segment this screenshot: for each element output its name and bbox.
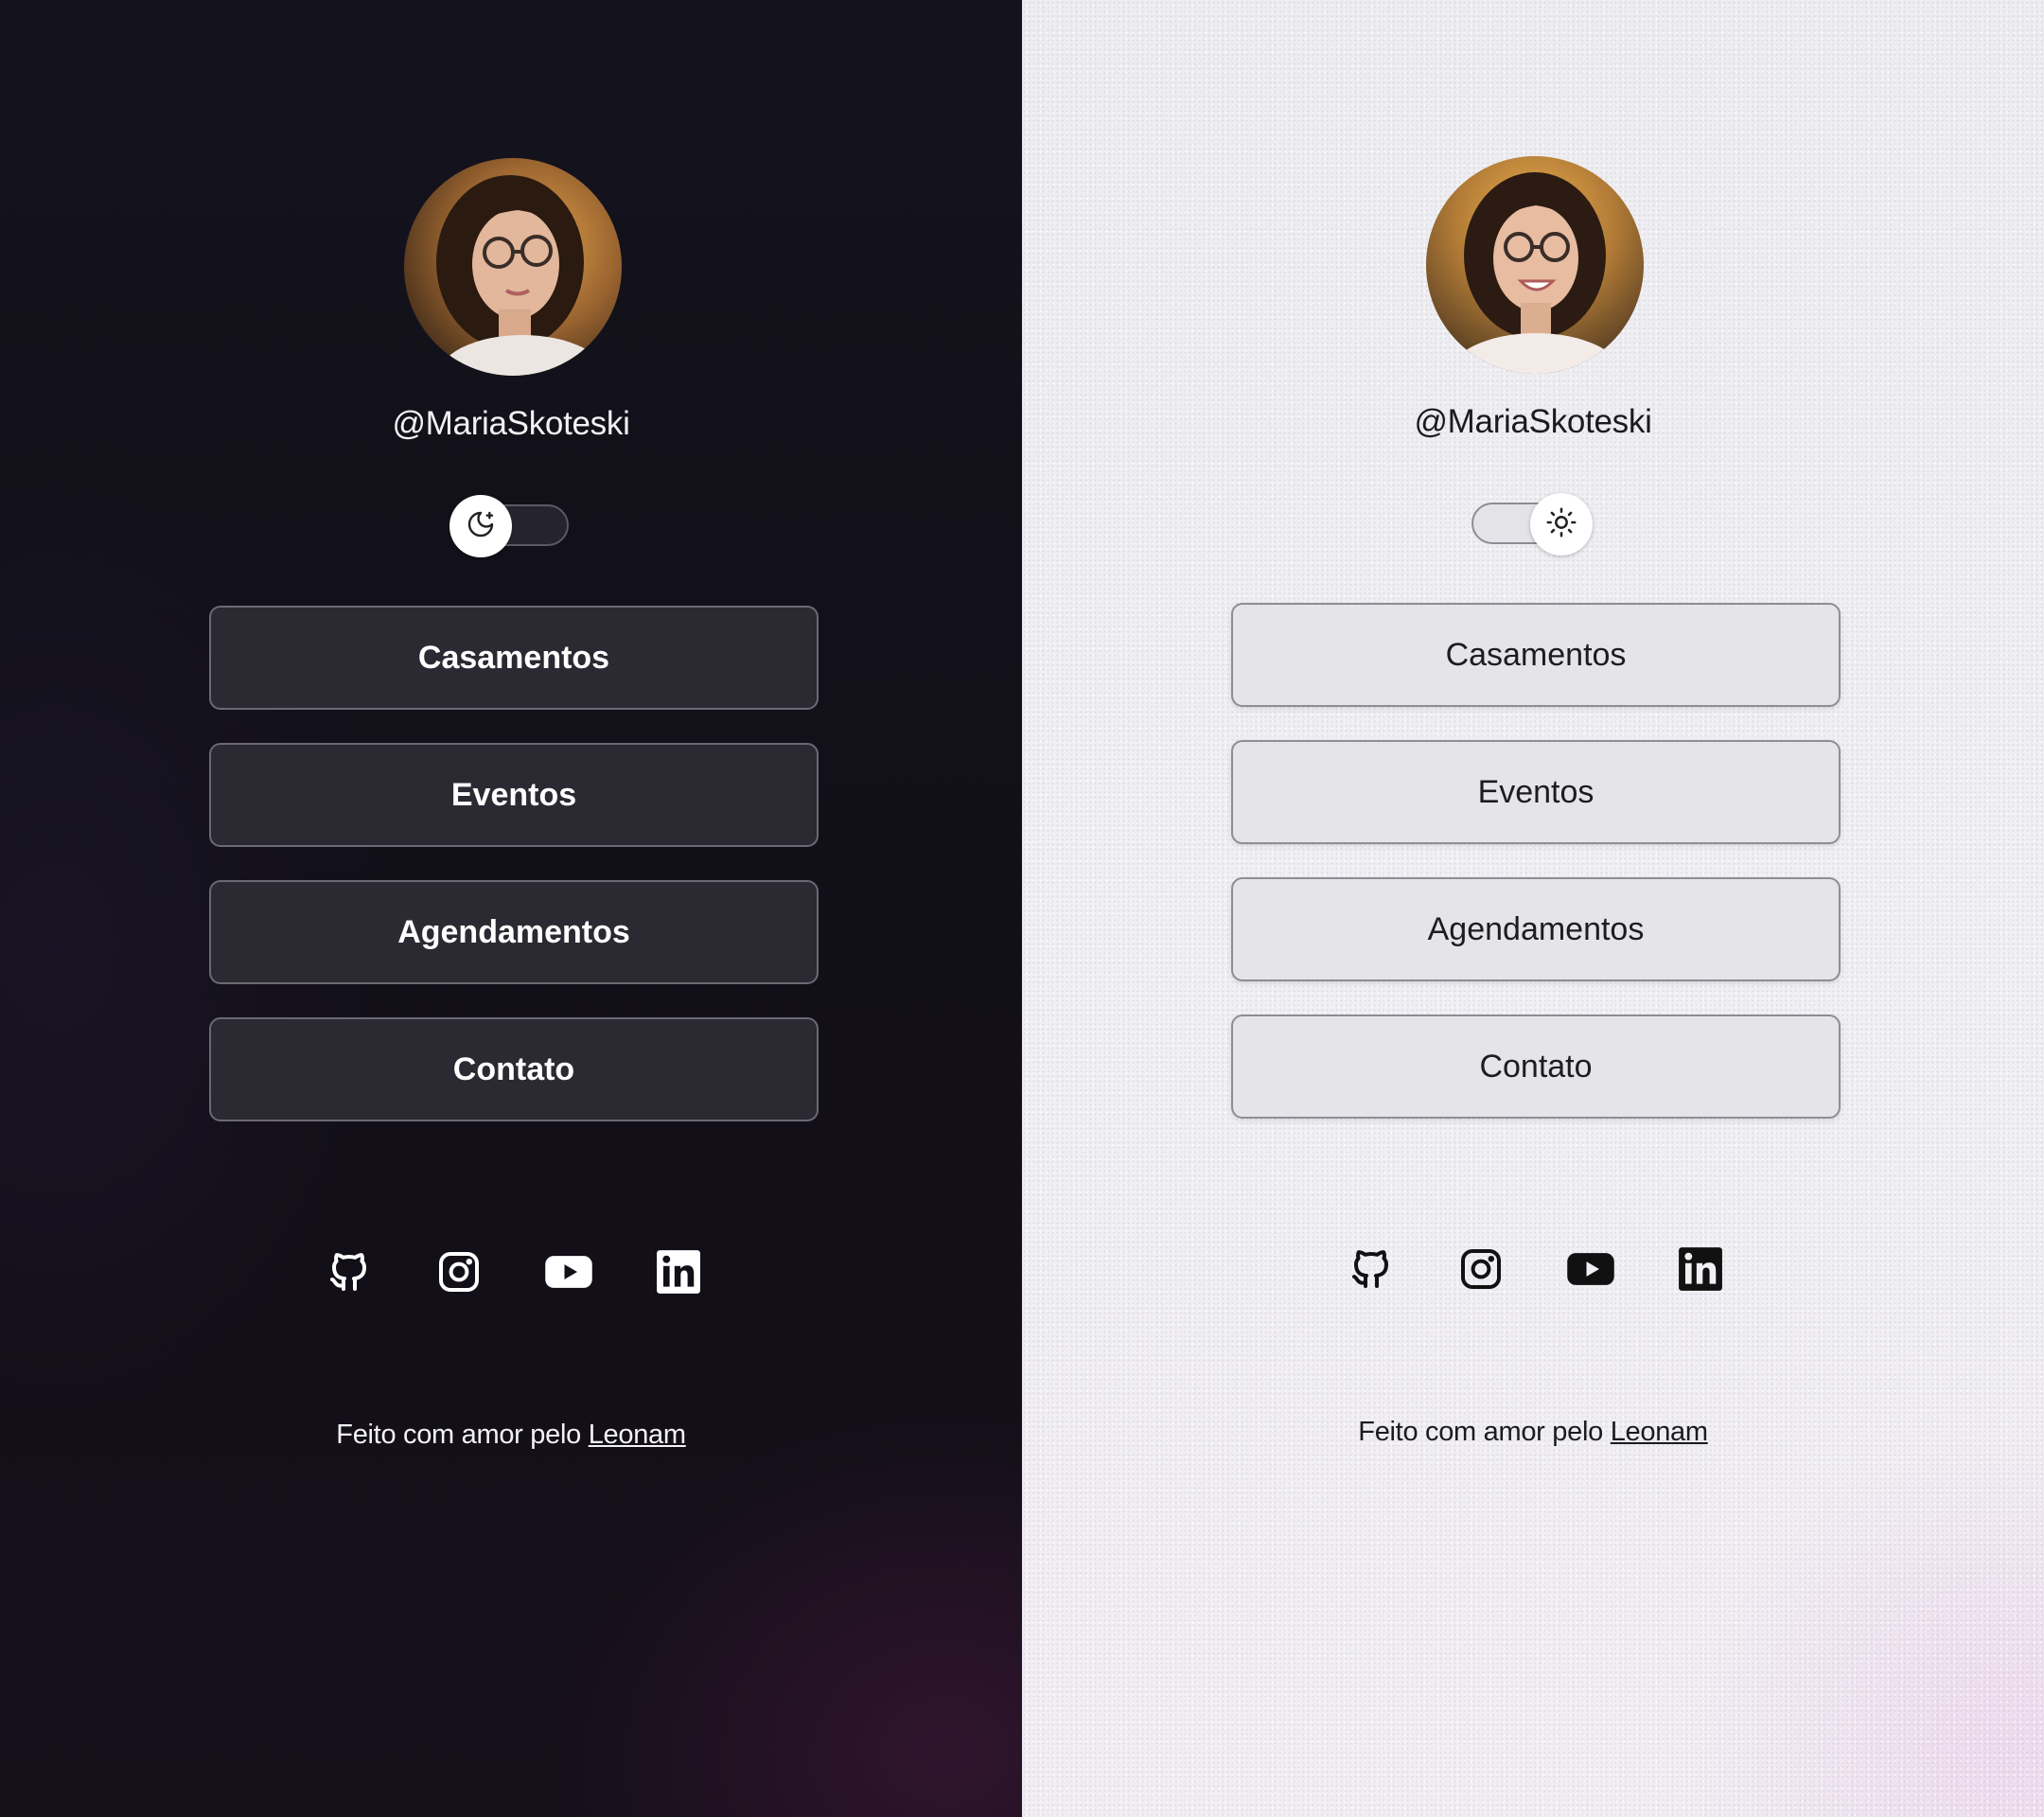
profile-handle: @MariaSkoteski: [392, 405, 630, 442]
theme-toggle[interactable]: [449, 495, 573, 557]
profile-handle: @MariaSkoteski: [1414, 403, 1652, 440]
footer-author-link[interactable]: Leonam: [1611, 1417, 1708, 1447]
footer-text: Feito com amor pelo: [1358, 1417, 1603, 1447]
youtube-link[interactable]: [1564, 1244, 1617, 1297]
contato-button[interactable]: Contato: [1231, 1014, 1841, 1119]
instagram-link[interactable]: [1454, 1244, 1507, 1297]
contato-button[interactable]: Contato: [209, 1017, 819, 1121]
eventos-button[interactable]: Eventos: [1231, 740, 1841, 844]
youtube-icon: [1565, 1244, 1616, 1299]
footer-credit: Feito com amor pelo Leonam: [0, 1420, 1022, 1451]
youtube-link[interactable]: [542, 1247, 595, 1300]
github-icon: [326, 1249, 372, 1299]
casamentos-button[interactable]: Casamentos: [209, 606, 819, 710]
github-icon: [1348, 1246, 1394, 1297]
linkedin-link[interactable]: [1674, 1244, 1727, 1297]
footer-text: Feito com amor pelo: [336, 1420, 581, 1450]
moon-icon: [466, 509, 496, 544]
instagram-link[interactable]: [432, 1247, 485, 1300]
youtube-icon: [543, 1246, 594, 1302]
instagram-icon: [436, 1249, 482, 1299]
agendamentos-button[interactable]: Agendamentos: [209, 880, 819, 984]
linkedin-icon: [655, 1248, 702, 1300]
linkedin-link[interactable]: [652, 1247, 705, 1300]
linkedin-icon: [1677, 1245, 1724, 1297]
toggle-knob: [449, 495, 512, 557]
profile-avatar: [1426, 156, 1644, 374]
agendamentos-button[interactable]: Agendamentos: [1231, 877, 1841, 981]
sun-icon: [1545, 506, 1577, 543]
github-link[interactable]: [1345, 1244, 1398, 1297]
eventos-button[interactable]: Eventos: [209, 743, 819, 847]
dark-theme-panel: @MariaSkoteski Casamentos Eventos Agenda…: [0, 0, 1022, 1817]
toggle-knob: [1530, 493, 1593, 556]
social-links: [1022, 1244, 2044, 1297]
theme-toggle[interactable]: [1470, 493, 1593, 556]
profile-avatar: [404, 158, 622, 376]
github-link[interactable]: [323, 1247, 376, 1300]
social-links: [0, 1247, 1022, 1300]
footer-author-link[interactable]: Leonam: [589, 1420, 686, 1450]
instagram-icon: [1458, 1246, 1504, 1297]
footer-credit: Feito com amor pelo Leonam: [1022, 1417, 2044, 1448]
casamentos-button[interactable]: Casamentos: [1231, 603, 1841, 707]
light-theme-panel: @MariaSkoteski Casamentos Eventos Agenda…: [1022, 0, 2044, 1817]
